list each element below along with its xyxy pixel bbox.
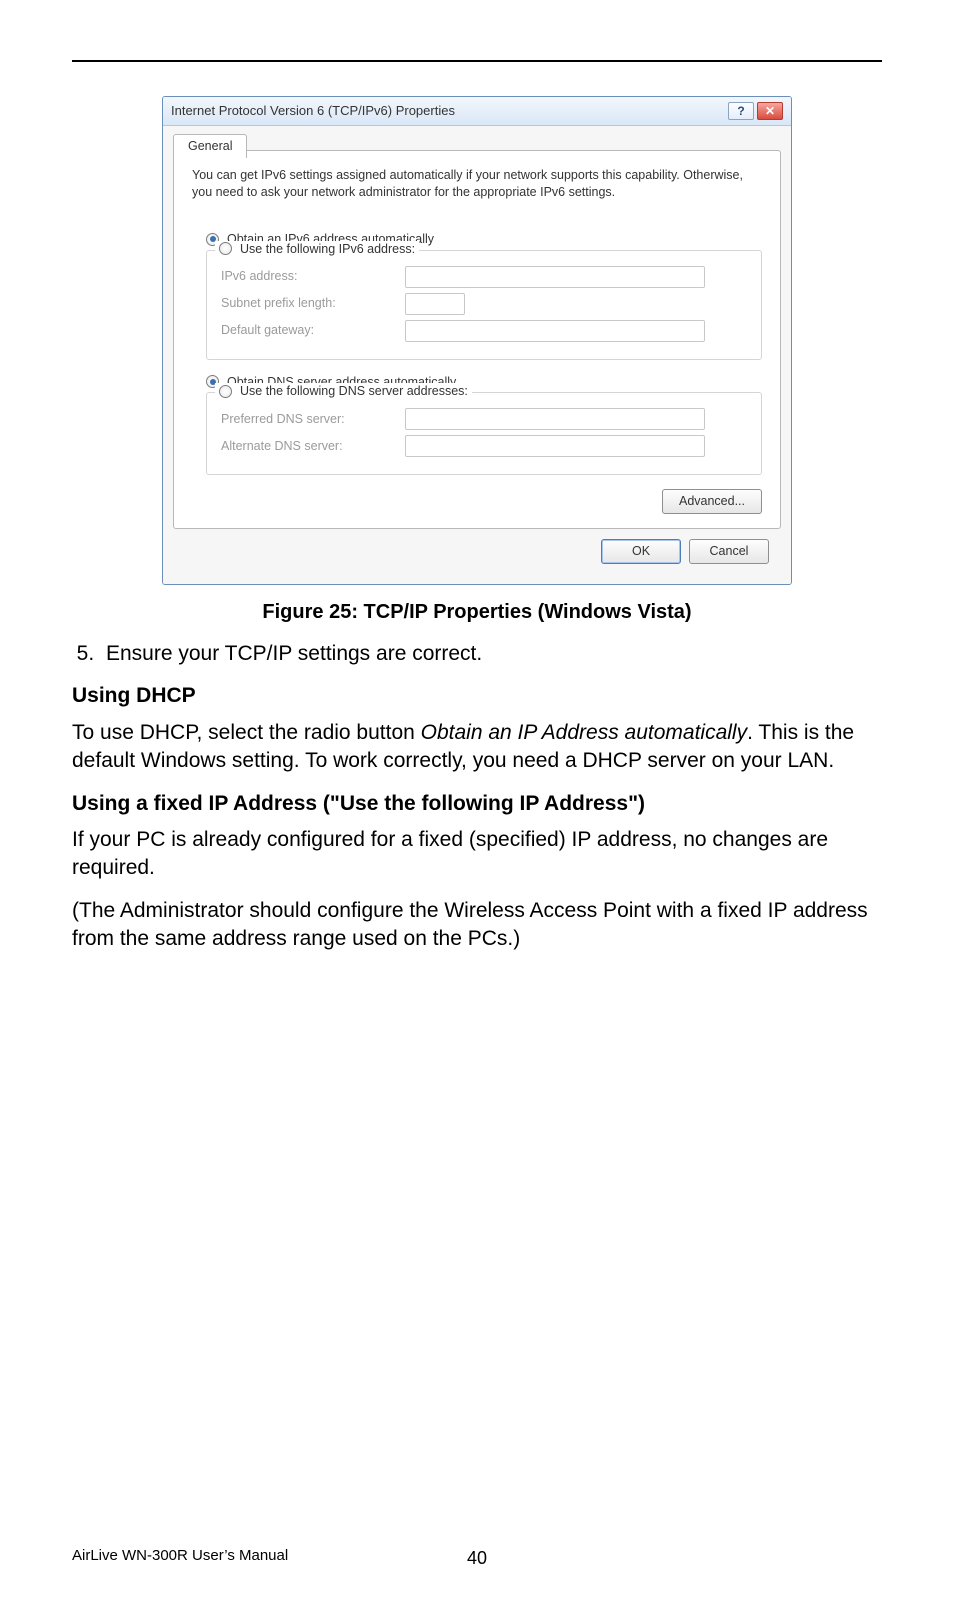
cancel-button[interactable]: Cancel [689,539,769,564]
help-icon[interactable]: ? [728,102,754,120]
text-span: To use DHCP, select the radio button [72,721,421,744]
row-prefix-length: Subnet prefix length: [221,293,747,315]
step-list: Ensure your TCP/IP settings are correct. [72,640,882,668]
fieldset-dns-manual: Use the following DNS server addresses: … [206,392,762,475]
label-ipv6-address: IPv6 address: [221,268,391,285]
input-ipv6-address[interactable] [405,266,705,288]
label-default-gateway: Default gateway: [221,322,391,339]
page-top-rule [72,60,882,62]
document-page: Internet Protocol Version 6 (TCP/IPv6) P… [0,0,954,1612]
text-emphasis: Obtain an IP Address automatically [421,721,747,744]
paragraph-fixed-1: If your PC is already configured for a f… [72,826,882,883]
radio-label: Use the following IPv6 address: [240,241,415,258]
input-prefix-length[interactable] [405,293,465,315]
radio-use-following-dns[interactable]: Use the following DNS server addresses: [215,383,472,400]
ok-button[interactable]: OK [601,539,681,564]
row-ipv6-address: IPv6 address: [221,266,747,288]
label-preferred-dns: Preferred DNS server: [221,411,391,428]
footer-page-number: 40 [467,1546,487,1570]
radio-label: Use the following DNS server addresses: [240,383,468,400]
heading-using-fixed-ip: Using a fixed IP Address ("Use the follo… [72,790,882,818]
heading-using-dhcp: Using DHCP [72,682,882,710]
footer-product: AirLive WN-300R User’s Manual [72,1546,288,1566]
radio-use-following-ipv6[interactable]: Use the following IPv6 address: [215,241,419,258]
input-alternate-dns[interactable] [405,435,705,457]
paragraph-fixed-2: (The Administrator should configure the … [72,897,882,954]
tab-general[interactable]: General [173,134,247,158]
radio-icon [219,242,232,255]
dialog-body: General You can get IPv6 settings assign… [163,126,791,584]
fieldset-ipv6-manual: Use the following IPv6 address: IPv6 add… [206,250,762,360]
radio-icon [219,385,232,398]
tab-panel-general: You can get IPv6 settings assigned autom… [173,150,781,529]
tab-strip: General [173,134,781,158]
tcpip-properties-dialog: Internet Protocol Version 6 (TCP/IPv6) P… [162,96,792,585]
label-alternate-dns: Alternate DNS server: [221,438,391,455]
label-prefix-length: Subnet prefix length: [221,295,391,312]
input-preferred-dns[interactable] [405,408,705,430]
row-default-gateway: Default gateway: [221,320,747,342]
page-footer: AirLive WN-300R User’s Manual 40 [72,1546,882,1566]
close-icon[interactable]: ✕ [757,102,783,120]
figure-caption: Figure 25: TCP/IP Properties (Windows Vi… [72,599,882,626]
input-default-gateway[interactable] [405,320,705,342]
dialog-footer: OK Cancel [173,529,781,574]
dialog-titlebar[interactable]: Internet Protocol Version 6 (TCP/IPv6) P… [163,97,791,126]
advanced-button[interactable]: Advanced... [662,489,762,514]
row-alternate-dns: Alternate DNS server: [221,435,747,457]
dialog-title: Internet Protocol Version 6 (TCP/IPv6) P… [171,102,455,120]
row-preferred-dns: Preferred DNS server: [221,408,747,430]
window-controls: ? ✕ [728,102,783,120]
row-advanced: Advanced... [192,489,762,514]
dialog-description: You can get IPv6 settings assigned autom… [192,167,762,201]
list-item: Ensure your TCP/IP settings are correct. [100,640,882,668]
paragraph-dhcp: To use DHCP, select the radio button Obt… [72,719,882,776]
